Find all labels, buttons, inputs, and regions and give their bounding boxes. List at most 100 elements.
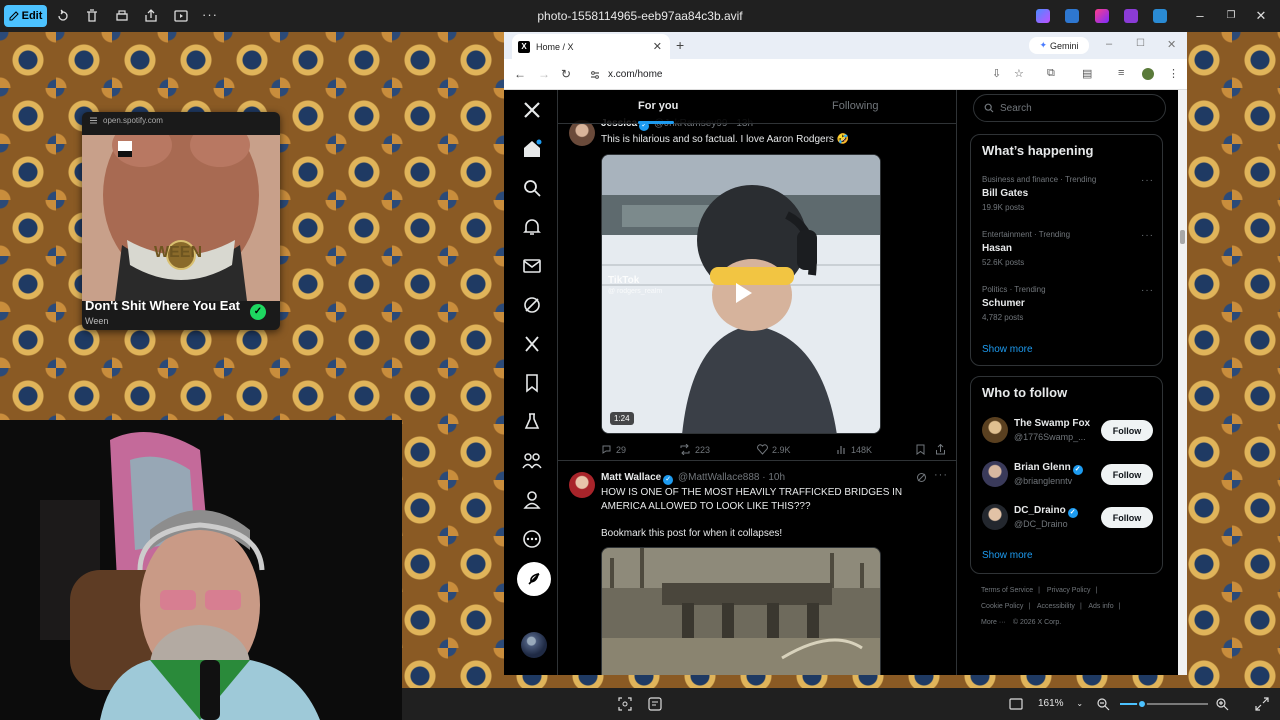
- scroll-thumb[interactable]: [1180, 230, 1185, 244]
- focus-icon[interactable]: [618, 697, 632, 711]
- trend-more-icon[interactable]: ···: [1141, 230, 1154, 241]
- reading-list-icon[interactable]: ≡: [1118, 67, 1124, 79]
- post-author-name[interactable]: Matt Wallace: [601, 472, 661, 483]
- messages-mail-icon[interactable]: [522, 256, 542, 276]
- post-author-avatar[interactable]: [569, 472, 595, 498]
- bookmark-post-icon[interactable]: [915, 444, 926, 455]
- notifications-bell-icon[interactable]: [522, 217, 542, 237]
- app-icon-2[interactable]: [1095, 9, 1109, 23]
- jobs-icon[interactable]: [522, 412, 542, 432]
- print-icon[interactable]: [114, 8, 130, 24]
- footer-link[interactable]: Ads info: [1088, 603, 1113, 610]
- footer-more-link[interactable]: More ···: [981, 619, 1006, 626]
- browser-menu-icon[interactable]: ⋮: [1168, 67, 1179, 80]
- communities-icon[interactable]: [522, 451, 542, 471]
- footer-link[interactable]: Cookie Policy: [981, 603, 1023, 610]
- new-tab-icon[interactable]: +: [676, 37, 684, 53]
- like-button[interactable]: 2.9K: [757, 444, 791, 455]
- rotate-icon[interactable]: [55, 8, 71, 24]
- extensions-icon[interactable]: ⧉: [1047, 67, 1055, 80]
- zoom-level[interactable]: 161% ⌄: [1038, 698, 1083, 709]
- show-more-trends-link[interactable]: Show more: [982, 344, 1033, 355]
- home-icon[interactable]: [522, 139, 542, 159]
- app-icon-1[interactable]: [1065, 9, 1079, 23]
- suggestion-name[interactable]: The Swamp Fox: [1014, 418, 1090, 429]
- zoom-slider-knob[interactable]: [1137, 699, 1147, 709]
- tab-home-x[interactable]: X Home / X ✕: [512, 34, 670, 59]
- post-author-handle[interactable]: @MattWallace888: [678, 472, 759, 483]
- back-icon[interactable]: ←: [514, 67, 526, 81]
- fit-to-window-icon[interactable]: [1009, 697, 1023, 711]
- suggestion-avatar[interactable]: [982, 504, 1008, 530]
- slideshow-icon[interactable]: [173, 8, 189, 24]
- address-bar[interactable]: x.com/home: [590, 64, 1030, 85]
- spotify-miniplayer[interactable]: open.spotify.com WEEN Don't Shit Where Y…: [82, 112, 280, 330]
- close-tab-icon[interactable]: ✕: [653, 40, 662, 53]
- profile-avatar[interactable]: [1142, 68, 1154, 80]
- x-logo-icon[interactable]: [522, 100, 542, 120]
- post-time[interactable]: · 10h: [762, 472, 785, 483]
- delete-icon[interactable]: [84, 8, 100, 24]
- zoom-slider[interactable]: [1120, 699, 1208, 709]
- media-controls-icon[interactable]: ▤: [1082, 67, 1092, 80]
- grok-explain-icon[interactable]: [916, 472, 927, 483]
- follow-button[interactable]: Follow: [1101, 507, 1153, 528]
- page-scrollbar[interactable]: [1178, 90, 1187, 675]
- share-icon[interactable]: [143, 8, 159, 24]
- install-app-icon[interactable]: ⇩: [992, 67, 1001, 80]
- trend-more-icon[interactable]: ···: [1141, 285, 1154, 296]
- compose-post-button[interactable]: [517, 562, 551, 596]
- tab-following[interactable]: Following: [832, 100, 878, 112]
- minimize-icon[interactable]: –: [1192, 8, 1208, 24]
- follow-button[interactable]: Follow: [1101, 464, 1153, 485]
- suggestion-avatar[interactable]: [982, 417, 1008, 443]
- footer-link[interactable]: Terms of Service: [981, 587, 1033, 594]
- zoom-out-icon[interactable]: [1096, 697, 1110, 711]
- forward-icon[interactable]: →: [538, 67, 550, 81]
- reply-button[interactable]: 29: [601, 444, 626, 455]
- app-icon-3[interactable]: [1124, 9, 1138, 23]
- show-more-follow-link[interactable]: Show more: [982, 550, 1033, 561]
- suggestion-avatar[interactable]: [982, 461, 1008, 487]
- browser-minimize-icon[interactable]: –: [1106, 38, 1112, 50]
- grok-icon[interactable]: [522, 295, 542, 315]
- views-button[interactable]: 148K: [836, 444, 872, 455]
- copilot-icon[interactable]: [1036, 9, 1050, 23]
- app-icon-4[interactable]: [1153, 9, 1167, 23]
- follow-button[interactable]: Follow: [1101, 420, 1153, 441]
- more-circle-icon[interactable]: [522, 529, 542, 549]
- zoom-in-icon[interactable]: [1215, 697, 1229, 711]
- maximize-icon[interactable]: ❐: [1223, 8, 1239, 24]
- visual-search-icon[interactable]: [648, 697, 662, 711]
- repost-button[interactable]: 223: [679, 444, 710, 455]
- more-options-icon[interactable]: ···: [202, 8, 218, 24]
- close-window-icon[interactable]: ✕: [1253, 8, 1269, 24]
- reload-icon[interactable]: ↻: [561, 67, 571, 81]
- search-input[interactable]: Search: [973, 94, 1166, 122]
- site-info-icon[interactable]: [590, 70, 600, 80]
- edit-button[interactable]: Edit: [4, 5, 47, 27]
- footer-link[interactable]: Accessibility: [1037, 603, 1075, 610]
- suggestion-name[interactable]: DC_Draino ✓: [1014, 505, 1080, 518]
- bookmarks-icon[interactable]: [522, 373, 542, 393]
- post-video[interactable]: [601, 547, 881, 675]
- saved-check-icon[interactable]: ✓: [250, 304, 266, 320]
- trend-more-icon[interactable]: ···: [1141, 175, 1154, 186]
- premium-x-icon[interactable]: [522, 334, 542, 354]
- suggestion-name[interactable]: Brian Glenn ✓: [1014, 462, 1085, 475]
- account-avatar[interactable]: [521, 632, 547, 658]
- post[interactable]: Matt Wallace ✓ @MattWallace888 · 10h ··· …: [558, 462, 956, 675]
- tab-for-you[interactable]: For you: [638, 100, 678, 112]
- bookmark-star-icon[interactable]: ☆: [1014, 67, 1024, 80]
- play-icon[interactable]: [726, 277, 758, 309]
- post-video[interactable]: TikTok @ rodgers_realm 1:24: [601, 154, 881, 434]
- browser-maximize-icon[interactable]: ☐: [1136, 38, 1145, 49]
- profile-icon[interactable]: [522, 490, 542, 510]
- footer-link[interactable]: Privacy Policy: [1047, 587, 1091, 594]
- post[interactable]: Jessica✓ @JnkRamsey99 · 13h This is hila…: [558, 114, 956, 461]
- gemini-button[interactable]: ✦ Gemini: [1029, 37, 1089, 54]
- post-more-icon[interactable]: ···: [934, 469, 948, 481]
- full-screen-icon[interactable]: [1255, 697, 1269, 711]
- share-post-icon[interactable]: [935, 444, 946, 455]
- explore-search-icon[interactable]: [522, 178, 542, 198]
